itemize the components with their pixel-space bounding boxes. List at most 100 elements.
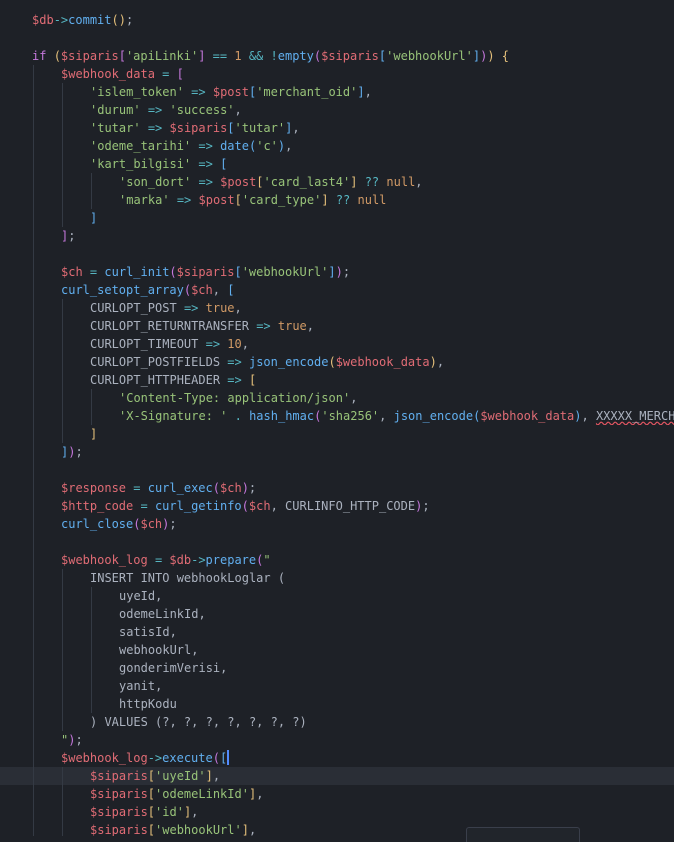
indent-guide [91,587,92,605]
code-line[interactable]: curl_setopt_array($ch, [ [0,281,674,299]
code-line[interactable]: $db->commit(); [0,11,674,29]
code-line[interactable]: ]; [0,227,674,245]
indent-guide [33,83,34,101]
code-token: curl_close [61,517,134,531]
code-token: => [205,337,221,351]
code-token: 'sha256' [321,409,380,423]
indent-guide [62,317,63,335]
code-token: [ [227,121,235,135]
indent-guide [33,695,34,713]
code-line[interactable]: CURLOPT_RETURNTRANSFER => true, [0,317,674,335]
code-line[interactable]: CURLOPT_POSTFIELDS => json_encode($webho… [0,353,674,371]
indent-guide [33,749,34,767]
indent-guide [62,299,63,317]
code-line[interactable]: if ($siparis['apiLinki'] == 1 && !empty(… [0,47,674,65]
code-token: ?? [364,175,380,189]
code-line[interactable]: $siparis['odemeLinkId'], [0,785,674,803]
code-line[interactable] [0,29,674,47]
code-line[interactable]: 'kart_bilgisi' => [ [0,155,674,173]
code-line[interactable]: $siparis['id'], [0,803,674,821]
code-text: $webhook_data = [ [61,65,184,83]
code-line[interactable]: CURLOPT_HTTPHEADER => [ [0,371,674,389]
code-text: CURLOPT_POST => true, [90,299,242,317]
code-token: ( [241,499,249,513]
code-line[interactable]: odemeLinkId, [0,605,674,623]
code-text: 'son_dort' => $post['card_last4'] ?? nul… [119,173,423,191]
code-token: , [364,85,372,99]
code-text: CURLOPT_TIMEOUT => 10, [90,335,249,353]
indent-guide [62,569,63,587]
code-token: , [292,121,300,135]
code-line[interactable]: yanit, [0,677,674,695]
code-line[interactable]: 'tutar' => $siparis['tutar'], [0,119,674,137]
indent-guide [33,227,34,245]
code-line[interactable]: webhookUrl, [0,641,674,659]
code-token: == [212,49,228,63]
code-line[interactable]: 'marka' => $post['card_type'] ?? null [0,191,674,209]
code-line[interactable]: uyeId, [0,587,674,605]
code-line[interactable] [0,245,674,263]
code-text: curl_close($ch); [61,515,177,533]
code-line[interactable] [0,533,674,551]
code-line[interactable]: ] [0,209,674,227]
code-text: $response = curl_exec($ch); [61,479,256,497]
code-token: odemeLinkId, [119,607,206,621]
code-editor[interactable]: $db->commit(); if ($siparis['apiLinki'] =… [0,0,674,836]
indent-guide [33,713,34,731]
indent-guide [62,677,63,695]
code-line[interactable]: ]); [0,443,674,461]
code-line[interactable]: $webhook_log->execute([ [0,749,674,767]
code-line[interactable]: 'X-Signature: ' . hash_hmac('sha256', js… [0,407,674,425]
code-token: yanit, [119,679,163,693]
code-line[interactable]: ] [0,425,674,443]
indent-guide [91,677,92,695]
code-token: curl_getinfo [154,499,242,513]
code-token: 'kart_bilgisi' [90,157,192,171]
indent-guide [33,425,34,443]
code-line[interactable]: $http_code = curl_getinfo($ch, CURLINFO_… [0,497,674,515]
code-line[interactable]: satisId, [0,623,674,641]
active-code-line[interactable]: $siparis['uyeId'], [0,767,674,785]
code-line[interactable]: $webhook_data = [ [0,65,674,83]
code-line[interactable]: INSERT INTO webhookLoglar ( [0,569,674,587]
code-line[interactable]: "); [0,731,674,749]
code-token: $ch [61,265,83,279]
indent-guide [33,317,34,335]
code-line[interactable]: ) VALUES (?, ?, ?, ?, ?, ?, ?) [0,713,674,731]
code-token: => [147,103,163,117]
code-token: 'webhookUrl' [155,823,242,836]
code-token: , [270,499,278,513]
code-line[interactable]: 'odeme_tarihi' => date('c'), [0,137,674,155]
code-line[interactable]: CURLOPT_TIMEOUT => 10, [0,335,674,353]
code-line[interactable]: 'Content-Type: application/json', [0,389,674,407]
code-token: ; [75,445,83,459]
code-text: CURLOPT_POSTFIELDS => json_encode($webho… [90,353,444,371]
code-line[interactable]: httpKodu [0,695,674,713]
code-token: $siparis [321,49,379,63]
indent-guide [62,659,63,677]
code-token: , [212,283,220,297]
code-line[interactable]: CURLOPT_POST => true, [0,299,674,317]
code-token: $ch [220,481,242,495]
code-line[interactable]: 'son_dort' => $post['card_last4'] ?? nul… [0,173,674,191]
code-line[interactable]: 'durum' => 'success', [0,101,674,119]
code-line[interactable]: $webhook_log = $db->prepare(" [0,551,674,569]
code-token: CURLINFO_HTTP_CODE [285,499,416,513]
code-line[interactable]: $ch = curl_init($siparis['webhookUrl']); [0,263,674,281]
code-line[interactable]: curl_close($ch); [0,515,674,533]
code-line[interactable]: gonderimVerisi, [0,659,674,677]
code-text: $http_code = curl_getinfo($ch, CURLINFO_… [61,497,430,515]
code-token: [ [118,49,126,63]
code-text: uyeId, [119,587,162,605]
code-line[interactable] [0,461,674,479]
code-token: 'id' [155,805,184,819]
code-token: ; [342,265,351,279]
code-line[interactable]: 'islem_token' => $post['merchant_oid'], [0,83,674,101]
code-token: 'card_last4' [263,175,351,189]
indent-guide [33,119,34,137]
code-line[interactable]: $response = curl_exec($ch); [0,479,674,497]
code-token: uyeId, [119,589,163,603]
